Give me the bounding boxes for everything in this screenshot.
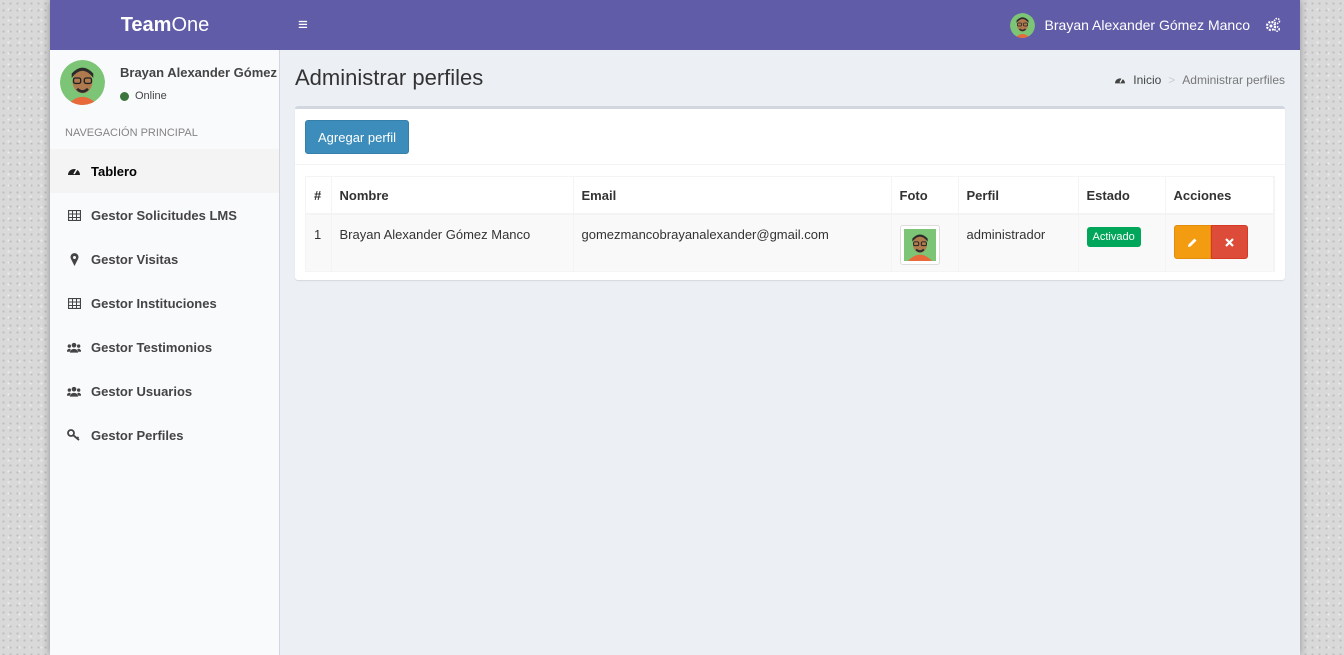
breadcrumb-home-link[interactable]: Inicio <box>1114 73 1161 87</box>
user-menu[interactable]: Brayan Alexander Gómez Manco <box>1009 0 1250 50</box>
cell-email: gomezmancobrayanalexander@gmail.com <box>573 214 892 271</box>
sidebar-item-label: Gestor Usuarios <box>91 383 193 399</box>
sidebar-item-tablero[interactable]: Tablero <box>50 149 279 193</box>
user-name: Brayan Alexander Gómez Manco <box>1044 17 1250 33</box>
user-panel: Brayan Alexander Gómez M Online <box>50 50 279 114</box>
column-header-foto[interactable]: Foto <box>891 177 959 215</box>
sidebar-item-gestor-instituciones[interactable]: Gestor Instituciones <box>50 281 279 325</box>
column-header-estado[interactable]: Estado <box>1078 177 1166 215</box>
sidebar-item-label: Gestor Testimonios <box>91 339 213 355</box>
cell-number: 1 <box>306 214 332 271</box>
nav-header: NAVEGACIÓN PRINCIPAL <box>65 127 198 139</box>
logo[interactable]: TeamOne <box>50 0 280 50</box>
sidebar-item-gestor-perfiles[interactable]: Gestor Perfiles <box>50 413 279 457</box>
online-dot-icon <box>120 91 129 101</box>
dashboard-icon <box>1114 75 1126 85</box>
sidebar-user-name: Brayan Alexander Gómez M <box>120 65 279 80</box>
profiles-table: # Nombre Email Foto Perfil Estado Accion… <box>305 176 1275 272</box>
dashboard-icon <box>67 164 81 178</box>
profile-photo <box>899 225 940 265</box>
table-icon <box>67 208 81 222</box>
sidebar-item-gestor-usuarios[interactable]: Gestor Usuarios <box>50 369 279 413</box>
sidebar-item-label: Gestor Instituciones <box>91 295 217 311</box>
sidebar-item-label: Gestor Perfiles <box>91 427 184 443</box>
app-window: TeamOne ≡ Brayan Alexander Gómez Manco B… <box>50 0 1300 655</box>
cell-foto <box>891 214 959 271</box>
cell-nombre: Brayan Alexander Gómez Manco <box>331 214 574 271</box>
column-header-email[interactable]: Email <box>573 177 892 215</box>
sidebar-item-label: Tablero <box>91 163 137 179</box>
column-header-nombre[interactable]: Nombre <box>331 177 574 215</box>
table-row: 1 Brayan Alexander Gómez Manco gomezmanc… <box>306 214 1274 271</box>
logo-light: One <box>171 14 210 36</box>
column-header-perfil[interactable]: Perfil <box>958 177 1079 215</box>
users-icon <box>67 340 81 354</box>
breadcrumb-current: Administrar perfiles <box>1182 73 1285 87</box>
sidebar-item-gestor-solicitudes[interactable]: Gestor Solicitudes LMS <box>50 193 279 237</box>
box-header: Agregar perfil <box>295 109 1285 165</box>
actions-group <box>1173 225 1266 259</box>
profiles-box: Agregar perfil # Nombre Email Foto Perfi… <box>295 106 1285 280</box>
map-marker-icon <box>67 252 81 266</box>
edit-button[interactable] <box>1173 225 1211 259</box>
breadcrumb-separator: > <box>1168 73 1176 87</box>
avatar <box>60 60 105 105</box>
sidebar-item-label: Gestor Solicitudes LMS <box>91 207 237 223</box>
logo-bold: Team <box>120 14 172 36</box>
breadcrumb-home-label: Inicio <box>1133 73 1162 87</box>
sidebar: Brayan Alexander Gómez M Online NAVEGACI… <box>50 50 280 655</box>
delete-button[interactable] <box>1210 225 1248 259</box>
pencil-icon <box>1187 237 1198 248</box>
column-header-acciones[interactable]: Acciones <box>1165 177 1274 215</box>
add-profile-button[interactable]: Agregar perfil <box>305 120 410 154</box>
table-icon <box>67 296 81 310</box>
main-header: TeamOne ≡ Brayan Alexander Gómez Manco <box>50 0 1300 50</box>
key-icon <box>67 428 81 442</box>
sidebar-item-label: Gestor Visitas <box>91 251 179 267</box>
gears-icon[interactable] <box>1258 0 1288 50</box>
cell-acciones <box>1165 214 1274 271</box>
close-icon <box>1224 237 1234 247</box>
breadcrumb: Inicio > Administrar perfiles <box>1114 73 1285 87</box>
sidebar-item-gestor-visitas[interactable]: Gestor Visitas <box>50 237 279 281</box>
status-label: Online <box>135 90 167 102</box>
table-header-row: # Nombre Email Foto Perfil Estado Accion… <box>306 177 1274 215</box>
sidebar-item-gestor-testimonios[interactable]: Gestor Testimonios <box>50 325 279 369</box>
column-header-number[interactable]: # <box>306 177 332 215</box>
status-badge: Online <box>120 90 167 102</box>
users-icon <box>67 384 81 398</box>
avatar <box>1009 12 1035 38</box>
sidebar-toggle-button[interactable]: ≡ <box>288 0 318 50</box>
cell-perfil: administrador <box>958 214 1079 271</box>
page-title: Administrar perfiles <box>295 65 484 90</box>
cell-estado: Activado <box>1078 214 1166 271</box>
content-header: Administrar perfiles Inicio > Administra… <box>295 62 1285 98</box>
status-badge: Activado <box>1086 227 1141 247</box>
